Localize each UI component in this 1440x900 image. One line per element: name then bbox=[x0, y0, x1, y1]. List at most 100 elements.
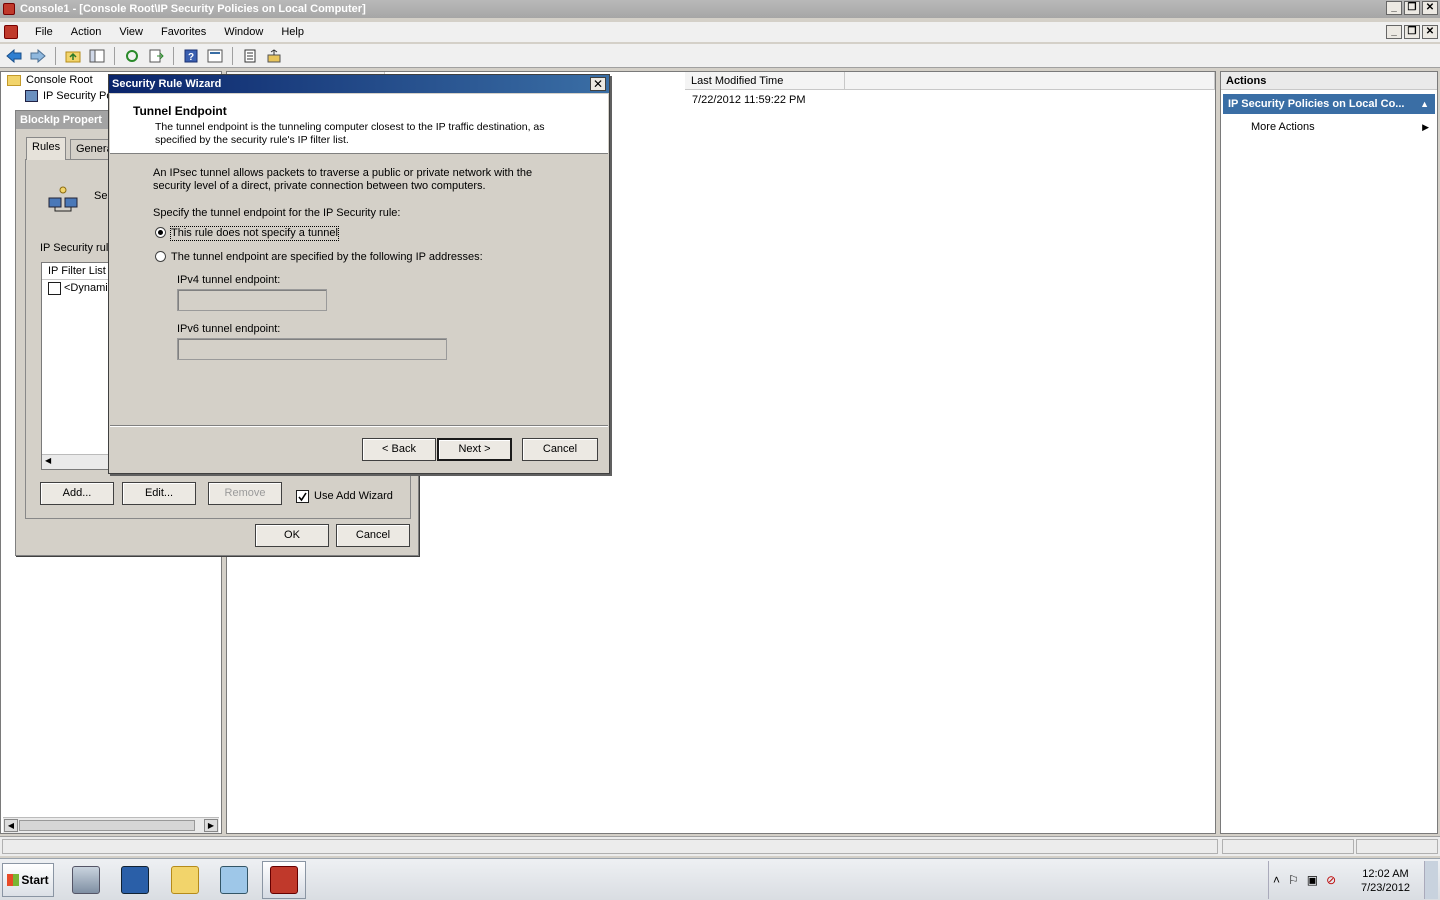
remove-rule-button[interactable]: Remove bbox=[208, 482, 282, 505]
edit-rule-button[interactable]: Edit... bbox=[122, 482, 196, 505]
back-arrow-icon[interactable] bbox=[4, 46, 24, 66]
notepad-icon[interactable] bbox=[212, 861, 256, 899]
help-icon[interactable]: ? bbox=[181, 46, 201, 66]
menu-help[interactable]: Help bbox=[272, 26, 313, 38]
toolbar-separator bbox=[55, 46, 56, 65]
export-list-icon[interactable] bbox=[146, 46, 166, 66]
status-segment bbox=[1356, 839, 1438, 854]
ipv4-endpoint-input[interactable] bbox=[177, 289, 327, 311]
powershell-icon[interactable] bbox=[113, 861, 157, 899]
wizard-page-title: Tunnel Endpoint bbox=[133, 104, 227, 118]
scroll-left-arrow-icon[interactable]: ◀ bbox=[4, 819, 18, 832]
rule-checkbox[interactable] bbox=[48, 282, 61, 295]
tree-item-label: Console Root bbox=[26, 74, 93, 86]
last-modified-cell[interactable]: 7/22/2012 11:59:22 PM bbox=[692, 94, 806, 106]
clock-time: 12:02 AM bbox=[1362, 868, 1409, 880]
wizard-close-icon[interactable]: ✕ bbox=[590, 77, 606, 91]
list-header-filter[interactable]: IP Filter List bbox=[42, 263, 110, 280]
close-button[interactable]: ✕ bbox=[1422, 1, 1438, 15]
menu-favorites[interactable]: Favorites bbox=[152, 26, 215, 38]
submenu-arrow-icon: ▶ bbox=[1422, 122, 1429, 132]
restore-button[interactable]: ❐ bbox=[1404, 1, 1420, 15]
menu-bar: File Action View Favorites Window Help _… bbox=[0, 22, 1440, 42]
mdi-minimize-button[interactable]: _ bbox=[1386, 25, 1402, 39]
assign-policy-icon[interactable] bbox=[264, 46, 284, 66]
mmc-app-icon bbox=[3, 3, 15, 15]
menu-window[interactable]: Window bbox=[215, 26, 272, 38]
server-manager-icon[interactable] bbox=[64, 861, 108, 899]
column-header-last-modified[interactable]: Last Modified Time bbox=[685, 72, 845, 90]
list-horizontal-scrollbar[interactable]: ◀ bbox=[42, 454, 110, 469]
no-tunnel-label[interactable]: This rule does not specify a tunnel bbox=[170, 226, 339, 241]
ipv6-endpoint-input[interactable] bbox=[177, 338, 447, 360]
actions-pane: Actions IP Security Policies on Local Co… bbox=[1220, 71, 1438, 834]
mdi-close-button[interactable]: ✕ bbox=[1422, 25, 1438, 39]
more-actions-label: More Actions bbox=[1251, 121, 1315, 133]
console-window-icon[interactable] bbox=[4, 25, 18, 39]
menu-file[interactable]: File bbox=[26, 26, 62, 38]
tree-horizontal-scrollbar[interactable]: ◀ ▶ bbox=[3, 817, 219, 833]
security-rule-wizard: Security Rule Wizard ✕ Tunnel Endpoint T… bbox=[108, 74, 610, 474]
show-hide-tree-icon[interactable] bbox=[87, 46, 107, 66]
column-header-blank bbox=[845, 72, 1215, 90]
menu-view[interactable]: View bbox=[110, 26, 152, 38]
wizard-titlebar[interactable]: Security Rule Wizard bbox=[109, 75, 609, 93]
properties-icon[interactable] bbox=[205, 46, 225, 66]
manage-filter-icon[interactable] bbox=[240, 46, 260, 66]
network-icon[interactable]: ▣ bbox=[1307, 873, 1318, 887]
use-add-wizard-label[interactable]: Use Add Wizard bbox=[314, 490, 393, 502]
mdi-restore-button[interactable]: ❐ bbox=[1404, 25, 1420, 39]
security-rules-label: IP Security rule bbox=[40, 242, 115, 254]
scrollbar-thumb[interactable] bbox=[19, 820, 195, 831]
next-button[interactable]: Next > bbox=[437, 438, 512, 461]
folder-icon bbox=[7, 74, 21, 86]
back-button[interactable]: < Back bbox=[362, 438, 436, 461]
start-label: Start bbox=[21, 873, 49, 887]
network-computers-icon bbox=[48, 186, 78, 212]
clock[interactable]: 12:02 AM 7/23/2012 bbox=[1361, 867, 1410, 895]
wizard-cancel-button[interactable]: Cancel bbox=[522, 438, 598, 461]
rules-description-text: Se bbox=[94, 190, 108, 202]
mmc-console-icon[interactable] bbox=[262, 861, 306, 899]
toolbar: ? bbox=[0, 44, 1440, 68]
up-folder-icon[interactable] bbox=[63, 46, 83, 66]
start-button[interactable]: Start bbox=[2, 863, 54, 897]
toolbar-separator bbox=[173, 46, 174, 65]
show-hidden-icons-icon[interactable]: ˄ bbox=[1273, 873, 1280, 887]
tab-rules[interactable]: Rules bbox=[26, 137, 67, 160]
explorer-icon[interactable] bbox=[163, 861, 207, 899]
actions-section-header[interactable]: IP Security Policies on Local Co... ▲ bbox=[1223, 94, 1435, 114]
scroll-left-arrow-icon[interactable]: ◀ bbox=[45, 456, 51, 465]
actions-title: Actions bbox=[1221, 72, 1437, 90]
window-titlebar[interactable]: Console1 - [Console Root\IP Security Pol… bbox=[0, 0, 1440, 18]
menu-action[interactable]: Action bbox=[62, 26, 111, 38]
action-center-flag-icon[interactable]: ⚐ bbox=[1288, 873, 1299, 887]
list-item[interactable]: <Dynamic bbox=[42, 280, 113, 297]
tunnel-description: An IPsec tunnel allows packets to traver… bbox=[153, 167, 533, 192]
security-rules-list[interactable]: IP Filter List <Dynamic ◀ bbox=[41, 262, 113, 470]
toolbar-separator bbox=[232, 46, 233, 65]
refresh-icon[interactable] bbox=[122, 46, 142, 66]
forward-arrow-icon[interactable] bbox=[28, 46, 48, 66]
tunnel-endpoint-label[interactable]: The tunnel endpoint are specified by the… bbox=[171, 251, 483, 264]
ok-button[interactable]: OK bbox=[255, 524, 329, 547]
wizard-page-subtitle: The tunnel endpoint is the tunneling com… bbox=[155, 121, 545, 146]
more-actions-item[interactable]: More Actions ▶ bbox=[1221, 119, 1437, 135]
ipsec-policy-icon bbox=[25, 90, 38, 102]
tunnel-prompt: Specify the tunnel endpoint for the IP S… bbox=[153, 207, 401, 219]
cancel-button[interactable]: Cancel bbox=[336, 524, 410, 547]
use-add-wizard-checkbox[interactable] bbox=[296, 490, 309, 503]
tree-item-ip-security[interactable]: IP Security Po bbox=[25, 90, 113, 102]
add-rule-button[interactable]: Add... bbox=[40, 482, 114, 505]
tree-item-console-root[interactable]: Console Root bbox=[7, 74, 93, 86]
collapse-up-icon[interactable]: ▲ bbox=[1420, 94, 1429, 114]
show-desktop-button[interactable] bbox=[1424, 861, 1438, 899]
minimize-button[interactable]: _ bbox=[1386, 1, 1402, 15]
wizard-separator bbox=[110, 425, 608, 427]
toolbar-separator bbox=[114, 46, 115, 65]
scroll-right-arrow-icon[interactable]: ▶ bbox=[204, 819, 218, 832]
tunnel-endpoint-radio[interactable] bbox=[155, 251, 166, 262]
taskbar: Start ˄ ⚐ ▣ ⊘ 12:02 AM 7/23/2012 bbox=[0, 858, 1440, 900]
volume-muted-icon[interactable]: ⊘ bbox=[1326, 873, 1336, 887]
no-tunnel-radio[interactable] bbox=[155, 227, 166, 238]
